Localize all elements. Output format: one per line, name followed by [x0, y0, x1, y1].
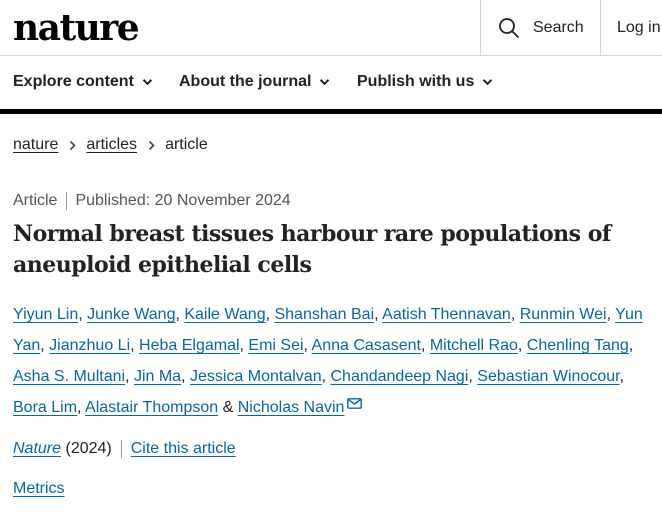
article-title: Normal breast tissues harbour rare popul… — [13, 219, 653, 281]
author-link[interactable]: Bora Lim — [13, 399, 77, 416]
author-link[interactable]: Emi Sei — [248, 337, 303, 354]
publication-year: (2024) — [65, 440, 112, 457]
author-link[interactable]: Asha S. Multani — [13, 368, 125, 385]
breadcrumb-nature[interactable]: nature — [13, 136, 58, 154]
search-label: Search — [533, 19, 584, 36]
journal-link[interactable]: Nature — [13, 440, 61, 458]
author-link[interactable]: Kaile Wang — [184, 306, 265, 323]
chevron-down-icon — [142, 78, 153, 86]
author-link[interactable]: Alastair Thompson — [85, 399, 218, 416]
article-title-line2: aneuploid epithelial cells — [13, 252, 312, 278]
metrics-link[interactable]: Metrics — [13, 480, 65, 498]
nav-item-label: Publish with us — [357, 73, 475, 90]
chevron-down-icon — [319, 78, 330, 86]
published-date: Published: 20 November 2024 — [75, 192, 291, 209]
author-link[interactable]: Yiyun Lin — [13, 306, 78, 323]
site-header: nature Search Log in — [0, 0, 662, 56]
article-meta: Article Published: 20 November 2024 — [13, 192, 291, 210]
author-link[interactable]: Chandandeep Nagi — [330, 368, 468, 385]
author-link[interactable]: Shanshan Bai — [274, 306, 374, 323]
chevron-right-icon — [148, 140, 155, 151]
author-link[interactable]: Mitchell Rao — [430, 337, 518, 354]
meta-divider — [66, 192, 68, 210]
breadcrumb: nature articles article — [13, 136, 208, 154]
author-link[interactable]: Jianzhuo Li — [49, 337, 130, 354]
article-title-line1: Normal breast tissues harbour rare popul… — [13, 221, 611, 247]
author-link[interactable]: Runmin Wei — [520, 306, 607, 323]
author-link[interactable]: Junke Wang — [87, 306, 175, 323]
author-link[interactable]: Jessica Montalvan — [190, 368, 322, 385]
chevron-down-icon — [482, 78, 493, 86]
author-link[interactable]: Aatish Thennavan — [382, 306, 511, 323]
chevron-right-icon — [69, 140, 77, 151]
author-link[interactable]: Yan — [13, 337, 40, 354]
nav-explore-content[interactable]: Explore content — [13, 73, 153, 91]
search-button[interactable]: Search — [480, 0, 600, 56]
nature-logo[interactable]: nature — [13, 6, 140, 50]
nav-about-journal[interactable]: About the journal — [179, 73, 330, 91]
author-link[interactable]: Heba Elgamal — [139, 337, 240, 354]
article-type: Article — [13, 192, 58, 209]
citation-line: Nature (2024) Cite this article — [13, 440, 236, 458]
author-list: Yiyun Lin, Junke Wang, Kaile Wang, Shans… — [13, 306, 643, 416]
breadcrumb-articles[interactable]: articles — [86, 136, 137, 154]
author-link[interactable]: Sebastian Winocour — [477, 368, 619, 385]
author-link[interactable]: Nicholas Navin — [238, 399, 345, 416]
citation-divider — [120, 440, 122, 458]
nav-item-label: About the journal — [179, 73, 312, 90]
cite-article-link[interactable]: Cite this article — [131, 440, 236, 458]
author-link[interactable]: Jin Ma — [134, 368, 181, 385]
author-link[interactable]: Anna Casasent — [312, 337, 421, 354]
login-button[interactable]: Log in — [600, 0, 662, 56]
author-link[interactable]: Chenling Tang — [527, 337, 629, 354]
and-text: & — [222, 399, 234, 416]
search-icon — [498, 17, 520, 39]
main-nav: Explore content About the journal Publis… — [0, 56, 662, 110]
author-link[interactable]: Yun — [615, 306, 643, 323]
nav-item-label: Explore content — [13, 73, 134, 90]
breadcrumb-article: article — [165, 136, 208, 153]
nav-rule — [0, 109, 662, 114]
nav-publish-with-us[interactable]: Publish with us — [357, 73, 493, 91]
mail-icon[interactable] — [347, 398, 363, 409]
